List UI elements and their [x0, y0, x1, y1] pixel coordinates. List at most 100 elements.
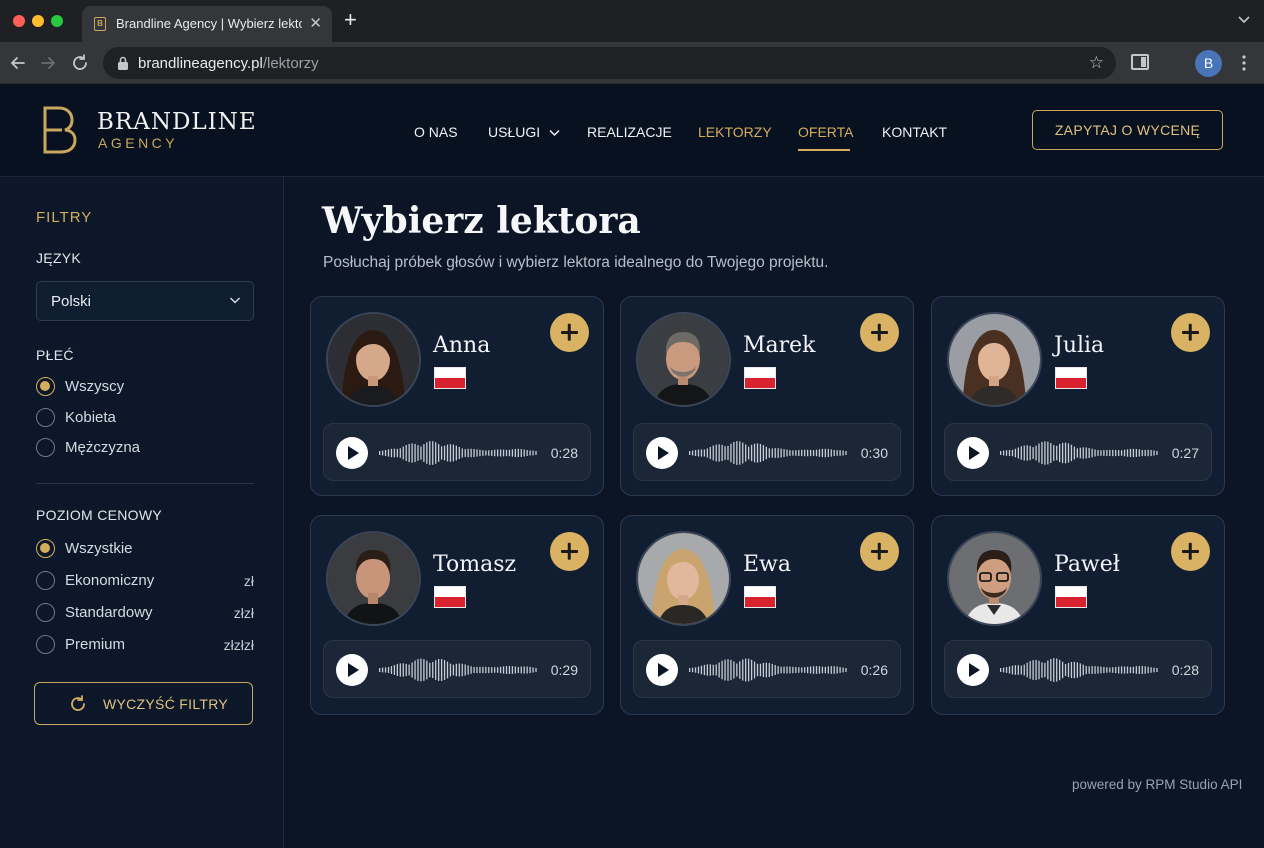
play-button[interactable] [957, 437, 989, 469]
waveform-bar [1126, 449, 1129, 457]
price-tag: złzł [233, 605, 254, 621]
address-bar[interactable]: brandlineagency.pl/lektorzy ☆ [103, 47, 1116, 79]
nav-lektorzy[interactable]: LEKTORZY [698, 124, 772, 140]
brand-name[interactable]: BRANDLINE [97, 109, 257, 135]
play-button[interactable] [336, 654, 368, 686]
side-panel-icon[interactable] [1131, 54, 1149, 70]
play-button[interactable] [957, 654, 989, 686]
radio-unselected[interactable] [36, 635, 55, 654]
price-option-standard[interactable]: Standardowy złzł [36, 602, 254, 624]
add-voice-button[interactable] [1171, 532, 1210, 571]
waveform-bar [396, 664, 398, 676]
waveform-bar [520, 666, 522, 674]
waveform-bar [812, 666, 815, 674]
waveform-bar [697, 666, 700, 674]
waveform-bar [1076, 662, 1078, 678]
nav-o-nas[interactable]: O NAS [414, 124, 458, 140]
waveform-bar [1050, 443, 1052, 463]
voice-card: Julia 0:27 [931, 296, 1225, 496]
tab-search-chevron-icon[interactable] [1238, 13, 1250, 25]
waveform-bar [417, 659, 419, 681]
add-voice-button[interactable] [860, 532, 899, 571]
profile-avatar[interactable]: B [1195, 50, 1222, 77]
price-option-all[interactable]: Wszystkie [36, 538, 254, 560]
waveform-bar [379, 668, 381, 672]
new-tab-icon[interactable]: + [344, 9, 357, 31]
waveform-bar [476, 449, 478, 457]
bookmark-star-icon[interactable]: ☆ [1089, 53, 1104, 73]
waveform-icon[interactable] [379, 437, 539, 469]
browser-tab[interactable]: B Brandline Agency | Wybierz lektora ✕ [82, 6, 332, 42]
waveform-bar [709, 664, 711, 676]
close-tab-icon[interactable]: ✕ [309, 14, 322, 32]
add-voice-button[interactable] [1171, 313, 1210, 352]
waveform-bar [1047, 660, 1049, 680]
radio-selected[interactable] [36, 539, 55, 558]
waveform-bar [502, 666, 505, 674]
waveform-bar [691, 667, 694, 673]
voice-avatar [947, 531, 1042, 626]
waveform-bar [405, 445, 407, 461]
waveform-bar [1011, 449, 1014, 457]
play-button[interactable] [646, 654, 678, 686]
maximize-window-button[interactable] [51, 15, 63, 27]
lock-icon[interactable] [116, 55, 130, 71]
reload-icon[interactable] [69, 52, 91, 74]
waveform-bar [812, 450, 815, 456]
waveform-icon[interactable] [689, 654, 849, 686]
waveform-icon[interactable] [379, 654, 539, 686]
radio-unselected[interactable] [36, 603, 55, 622]
nav-realizacje[interactable]: REALIZACJE [587, 124, 672, 140]
radio-unselected[interactable] [36, 571, 55, 590]
page-subtitle: Posłuchaj próbek głosów i wybierz lektor… [323, 254, 829, 271]
waveform-bar [783, 666, 785, 674]
waveform-icon[interactable] [1000, 437, 1160, 469]
waveform-bar [718, 444, 720, 462]
gender-option-female[interactable]: Kobieta [36, 407, 254, 429]
gender-option-male[interactable]: Mężczyzna [36, 437, 254, 459]
waveform-bar [759, 663, 762, 677]
waveform-bar [1020, 446, 1022, 460]
url-text: brandlineagency.pl/lektorzy [138, 55, 319, 72]
nav-uslugi[interactable]: USŁUGI [488, 124, 560, 140]
waveform-bar [411, 443, 413, 463]
nav-oferta[interactable]: OFERTA [798, 124, 854, 140]
waveform-bar [804, 667, 806, 673]
clear-filters-button[interactable]: WYCZYŚĆ FILTRY [34, 682, 253, 725]
waveform-bar [712, 445, 714, 461]
play-button[interactable] [336, 437, 368, 469]
play-button[interactable] [646, 437, 678, 469]
waveform-bar [508, 449, 511, 457]
waveform-bar [786, 449, 788, 457]
waveform-icon[interactable] [689, 437, 849, 469]
brandline-logo-icon[interactable] [42, 106, 78, 154]
waveform-bar [435, 442, 437, 464]
more-menu-icon[interactable] [1240, 54, 1248, 72]
back-arrow-icon[interactable] [7, 52, 29, 74]
waveform-bar [384, 450, 387, 456]
quote-request-button[interactable]: ZAPYTAJ O WYCENĘ [1032, 110, 1223, 150]
nav-kontakt[interactable]: KONTAKT [882, 124, 947, 140]
add-voice-button[interactable] [550, 313, 589, 352]
add-voice-button[interactable] [550, 532, 589, 571]
waveform-bar [464, 449, 466, 457]
radio-unselected[interactable] [36, 408, 55, 427]
waveform-bar [724, 659, 726, 681]
price-option-premium[interactable]: Premium złzłzł [36, 634, 254, 656]
radio-unselected[interactable] [36, 438, 55, 457]
waveform-bar [1115, 666, 1117, 674]
waveform-bar [1017, 447, 1019, 459]
gender-option-all[interactable]: Wszyscy [36, 376, 254, 398]
voice-card: Tomasz 0:29 [310, 515, 604, 715]
waveform-bar [1144, 666, 1146, 674]
minimize-window-button[interactable] [32, 15, 44, 27]
forward-arrow-icon[interactable] [37, 52, 59, 74]
radio-selected[interactable] [36, 377, 55, 396]
add-voice-button[interactable] [860, 313, 899, 352]
price-option-economy[interactable]: Ekonomiczny zł [36, 570, 254, 592]
waveform-icon[interactable] [1000, 654, 1160, 686]
waveform-bar [435, 660, 437, 680]
close-window-button[interactable] [13, 15, 25, 27]
language-select[interactable]: Polski [36, 281, 254, 321]
waveform-bar [833, 666, 835, 674]
